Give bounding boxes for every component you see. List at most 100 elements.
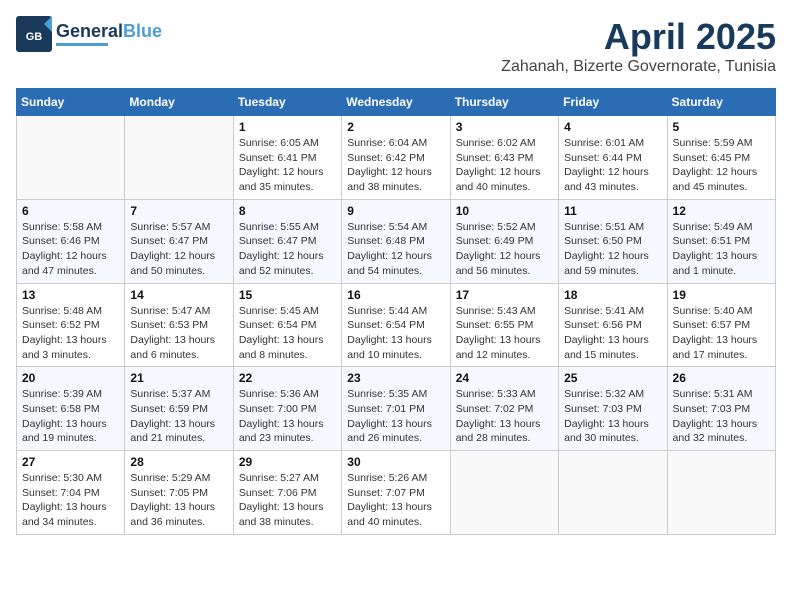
day-number: 30 xyxy=(347,455,444,469)
weekday-header-row: SundayMondayTuesdayWednesdayThursdayFrid… xyxy=(17,89,776,116)
day-info: Sunrise: 6:04 AMSunset: 6:42 PMDaylight:… xyxy=(347,136,444,195)
calendar-table: SundayMondayTuesdayWednesdayThursdayFrid… xyxy=(16,88,776,535)
calendar-cell xyxy=(559,451,667,535)
day-number: 21 xyxy=(130,371,227,385)
day-number: 23 xyxy=(347,371,444,385)
day-number: 12 xyxy=(673,204,770,218)
calendar-cell: 16 Sunrise: 5:44 AMSunset: 6:54 PMDayligh… xyxy=(342,283,450,367)
day-info: Sunrise: 5:40 AMSunset: 6:57 PMDaylight:… xyxy=(673,304,770,363)
day-number: 22 xyxy=(239,371,336,385)
day-info: Sunrise: 5:48 AMSunset: 6:52 PMDaylight:… xyxy=(22,304,119,363)
calendar-week-1: 1Sunrise: 6:05 AMSunset: 6:41 PMDaylight… xyxy=(17,116,776,200)
calendar-cell: 27 Sunrise: 5:30 AMSunset: 7:04 PMDayligh… xyxy=(17,451,125,535)
calendar-cell: 18Sunrise: 5:41 AMSunset: 6:56 PMDayligh… xyxy=(559,283,667,367)
calendar-cell: 1Sunrise: 6:05 AMSunset: 6:41 PMDaylight… xyxy=(233,116,341,200)
day-info: Sunrise: 5:35 AMSunset: 7:01 PMDaylight:… xyxy=(347,387,444,446)
weekday-header-thursday: Thursday xyxy=(450,89,558,116)
day-number: 20 xyxy=(22,371,119,385)
day-info: Sunrise: 5:55 AMSunset: 6:47 PMDaylight:… xyxy=(239,220,336,279)
day-info: Sunrise: 6:02 AMSunset: 6:43 PMDaylight:… xyxy=(456,136,553,195)
day-number: 27 xyxy=(22,455,119,469)
page-header: GB GeneralBlue April 2025 Zahanah, Bizer… xyxy=(16,16,776,76)
day-info: Sunrise: 5:45 AMSunset: 6:54 PMDaylight:… xyxy=(239,304,336,363)
calendar-week-5: 27 Sunrise: 5:30 AMSunset: 7:04 PMDayligh… xyxy=(17,451,776,535)
title-block: April 2025 Zahanah, Bizerte Governorate,… xyxy=(501,16,776,76)
calendar-cell: 13 Sunrise: 5:48 AMSunset: 6:52 PMDayligh… xyxy=(17,283,125,367)
day-info: Sunrise: 5:51 AMSunset: 6:50 PMDaylight:… xyxy=(564,220,661,279)
calendar-cell: 3 Sunrise: 6:02 AMSunset: 6:43 PMDaylight… xyxy=(450,116,558,200)
calendar-cell: 12 Sunrise: 5:49 AMSunset: 6:51 PMDayligh… xyxy=(667,199,775,283)
day-number: 24 xyxy=(456,371,553,385)
calendar-cell: 4 Sunrise: 6:01 AMSunset: 6:44 PMDaylight… xyxy=(559,116,667,200)
day-info: Sunrise: 5:58 AMSunset: 6:46 PMDaylight:… xyxy=(22,220,119,279)
day-number: 25 xyxy=(564,371,661,385)
day-number: 17 xyxy=(456,288,553,302)
day-number: 19 xyxy=(673,288,770,302)
weekday-header-monday: Monday xyxy=(125,89,233,116)
day-info: Sunrise: 5:49 AMSunset: 6:51 PMDaylight:… xyxy=(673,220,770,279)
logo-text: GeneralBlue xyxy=(56,22,162,42)
weekday-header-saturday: Saturday xyxy=(667,89,775,116)
weekday-header-sunday: Sunday xyxy=(17,89,125,116)
day-number: 13 xyxy=(22,288,119,302)
calendar-cell: 23 Sunrise: 5:35 AMSunset: 7:01 PMDayligh… xyxy=(342,367,450,451)
calendar-cell: 7 Sunrise: 5:57 AMSunset: 6:47 PMDaylight… xyxy=(125,199,233,283)
day-info: Sunrise: 6:01 AMSunset: 6:44 PMDaylight:… xyxy=(564,136,661,195)
calendar-cell: 19 Sunrise: 5:40 AMSunset: 6:57 PMDayligh… xyxy=(667,283,775,367)
calendar-cell: 25 Sunrise: 5:32 AMSunset: 7:03 PMDayligh… xyxy=(559,367,667,451)
location-title: Zahanah, Bizerte Governorate, Tunisia xyxy=(501,58,776,76)
calendar-week-2: 6Sunrise: 5:58 AMSunset: 6:46 PMDaylight… xyxy=(17,199,776,283)
day-info: Sunrise: 5:33 AMSunset: 7:02 PMDaylight:… xyxy=(456,387,553,446)
day-info: Sunrise: 5:41 AMSunset: 6:56 PMDaylight:… xyxy=(564,304,661,363)
day-number: 29 xyxy=(239,455,336,469)
day-number: 8 xyxy=(239,204,336,218)
day-info: Sunrise: 5:57 AMSunset: 6:47 PMDaylight:… xyxy=(130,220,227,279)
day-info: Sunrise: 6:05 AMSunset: 6:41 PMDaylight:… xyxy=(239,136,336,195)
calendar-cell: 2 Sunrise: 6:04 AMSunset: 6:42 PMDaylight… xyxy=(342,116,450,200)
calendar-cell: 5Sunrise: 5:59 AMSunset: 6:45 PMDaylight… xyxy=(667,116,775,200)
logo: GB GeneralBlue xyxy=(16,16,162,52)
calendar-cell: 24 Sunrise: 5:33 AMSunset: 7:02 PMDayligh… xyxy=(450,367,558,451)
calendar-cell: 10Sunrise: 5:52 AMSunset: 6:49 PMDayligh… xyxy=(450,199,558,283)
calendar-cell: 20 Sunrise: 5:39 AMSunset: 6:58 PMDayligh… xyxy=(17,367,125,451)
calendar-cell: 9 Sunrise: 5:54 AMSunset: 6:48 PMDaylight… xyxy=(342,199,450,283)
day-number: 11 xyxy=(564,204,661,218)
day-number: 26 xyxy=(673,371,770,385)
day-info: Sunrise: 5:36 AMSunset: 7:00 PMDaylight:… xyxy=(239,387,336,446)
day-number: 28 xyxy=(130,455,227,469)
day-number: 3 xyxy=(456,120,553,134)
day-info: Sunrise: 5:52 AMSunset: 6:49 PMDaylight:… xyxy=(456,220,553,279)
calendar-cell: 28 Sunrise: 5:29 AMSunset: 7:05 PMDayligh… xyxy=(125,451,233,535)
calendar-cell: 29Sunrise: 5:27 AMSunset: 7:06 PMDayligh… xyxy=(233,451,341,535)
day-info: Sunrise: 5:44 AMSunset: 6:54 PMDaylight:… xyxy=(347,304,444,363)
day-info: Sunrise: 5:32 AMSunset: 7:03 PMDaylight:… xyxy=(564,387,661,446)
weekday-header-wednesday: Wednesday xyxy=(342,89,450,116)
day-info: Sunrise: 5:31 AMSunset: 7:03 PMDaylight:… xyxy=(673,387,770,446)
calendar-week-4: 20 Sunrise: 5:39 AMSunset: 6:58 PMDayligh… xyxy=(17,367,776,451)
day-number: 15 xyxy=(239,288,336,302)
day-info: Sunrise: 5:54 AMSunset: 6:48 PMDaylight:… xyxy=(347,220,444,279)
day-info: Sunrise: 5:47 AMSunset: 6:53 PMDaylight:… xyxy=(130,304,227,363)
calendar-cell: 26 Sunrise: 5:31 AMSunset: 7:03 PMDayligh… xyxy=(667,367,775,451)
logo-icon: GB xyxy=(16,16,52,52)
day-info: Sunrise: 5:43 AMSunset: 6:55 PMDaylight:… xyxy=(456,304,553,363)
svg-text:GB: GB xyxy=(26,31,43,43)
day-info: Sunrise: 5:39 AMSunset: 6:58 PMDaylight:… xyxy=(22,387,119,446)
calendar-cell: 14Sunrise: 5:47 AMSunset: 6:53 PMDayligh… xyxy=(125,283,233,367)
calendar-cell xyxy=(667,451,775,535)
day-number: 2 xyxy=(347,120,444,134)
day-number: 7 xyxy=(130,204,227,218)
day-number: 16 xyxy=(347,288,444,302)
calendar-cell xyxy=(450,451,558,535)
calendar-cell: 15 Sunrise: 5:45 AMSunset: 6:54 PMDayligh… xyxy=(233,283,341,367)
calendar-cell xyxy=(17,116,125,200)
day-info: Sunrise: 5:30 AMSunset: 7:04 PMDaylight:… xyxy=(22,471,119,530)
day-number: 5 xyxy=(673,120,770,134)
day-info: Sunrise: 5:37 AMSunset: 6:59 PMDaylight:… xyxy=(130,387,227,446)
calendar-cell: 30Sunrise: 5:26 AMSunset: 7:07 PMDayligh… xyxy=(342,451,450,535)
day-number: 4 xyxy=(564,120,661,134)
day-info: Sunrise: 5:29 AMSunset: 7:05 PMDaylight:… xyxy=(130,471,227,530)
calendar-cell: 22 Sunrise: 5:36 AMSunset: 7:00 PMDayligh… xyxy=(233,367,341,451)
calendar-cell: 6Sunrise: 5:58 AMSunset: 6:46 PMDaylight… xyxy=(17,199,125,283)
day-number: 9 xyxy=(347,204,444,218)
